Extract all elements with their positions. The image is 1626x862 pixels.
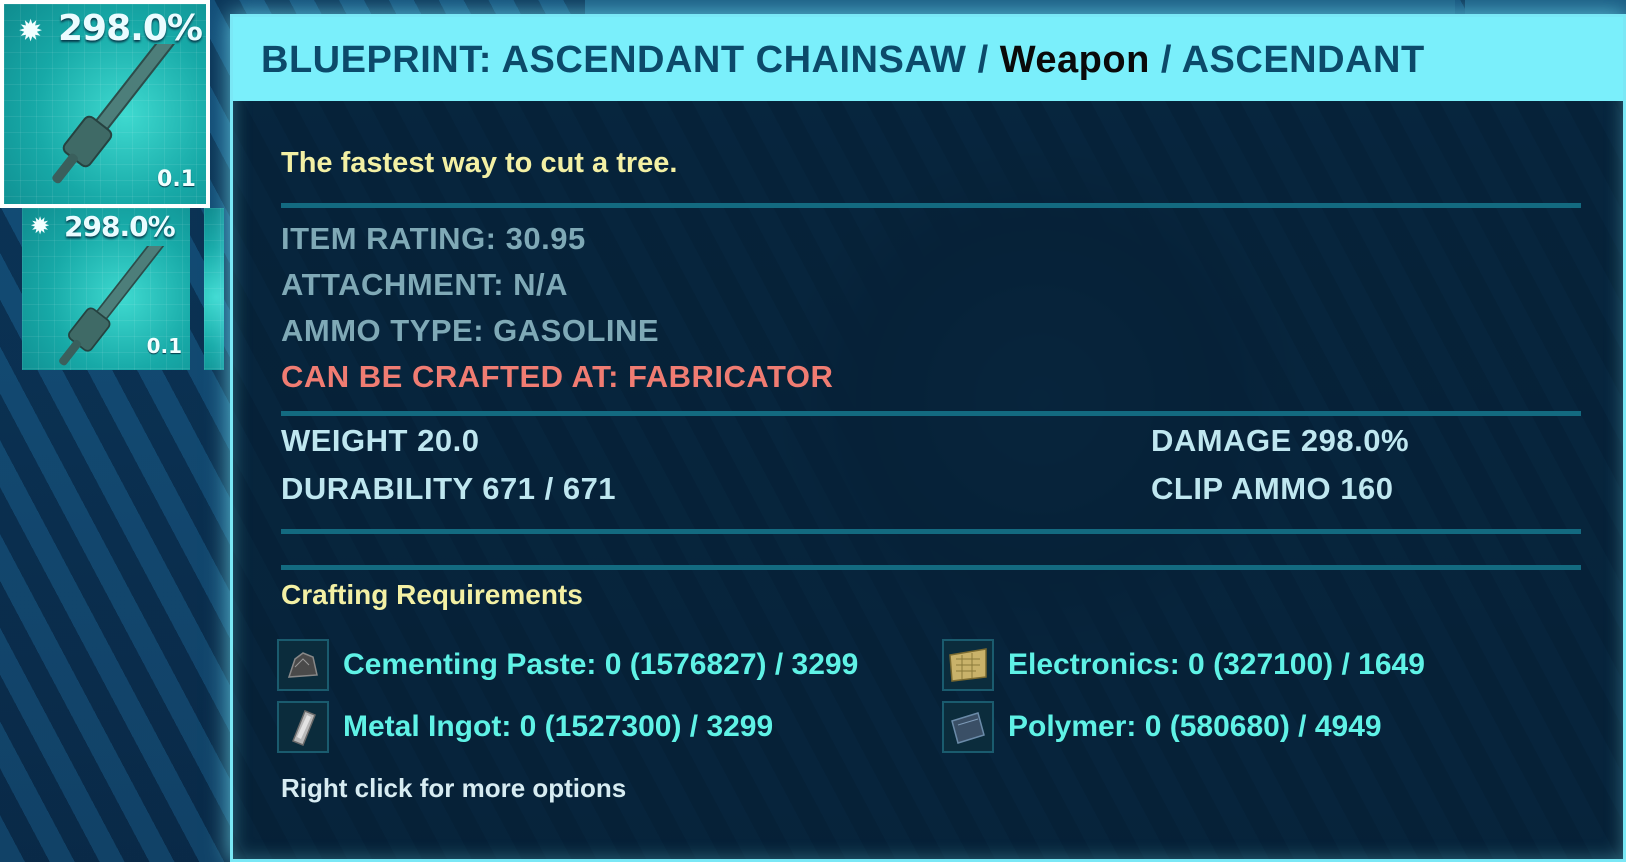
crafted-at: CAN BE CRAFTED AT: FABRICATOR: [281, 359, 834, 394]
context-hint: Right click for more options: [281, 773, 627, 803]
title-separator: /: [966, 39, 1000, 81]
metal-ingot-icon: [277, 701, 329, 753]
item-name: BLUEPRINT: ASCENDANT CHAINSAW: [261, 39, 967, 81]
requirement-item: Metal Ingot: 0 (1527300) / 3299: [277, 699, 773, 755]
requirement-item: Cementing Paste: 0 (1576827) / 3299: [277, 637, 858, 693]
chainsaw-icon: [52, 44, 176, 184]
item-quality: ASCENDANT: [1181, 39, 1425, 81]
slot-damage-label: 298.0%: [64, 210, 176, 243]
requirement-item: Electronics: 0 (327100) / 1649: [942, 637, 1425, 693]
title-separator: /: [1149, 39, 1182, 81]
attachment-info: ATTACHMENT: N/A: [281, 267, 569, 302]
requirement-label: Cementing Paste: 0 (1576827) / 3299: [343, 648, 859, 681]
damage-star-icon: ✹: [30, 212, 51, 240]
cementing-paste-icon: [277, 639, 329, 691]
polymer-icon: [942, 701, 994, 753]
tooltip-header: BLUEPRINT: ASCENDANT CHAINSAW / Weapon /…: [233, 17, 1623, 101]
item-description: The fastest way to cut a tree.: [281, 147, 678, 179]
divider: [281, 203, 1581, 208]
requirement-label: Polymer: 0 (580680) / 4949: [1008, 710, 1382, 743]
requirement-label: Metal Ingot: 0 (1527300) / 3299: [343, 710, 774, 743]
requirement-item: Polymer: 0 (580680) / 4949: [942, 699, 1382, 755]
item-rating: ITEM RATING: 30.95: [281, 221, 586, 256]
divider: [281, 565, 1581, 570]
item-tooltip: BLUEPRINT: ASCENDANT CHAINSAW / Weapon /…: [230, 14, 1626, 862]
inventory-slot-selected[interactable]: ✹ 298.0% 0.1: [0, 0, 210, 208]
item-type: Weapon: [999, 39, 1150, 81]
requirement-label: Electronics: 0 (327100) / 1649: [1008, 648, 1425, 681]
clip-ammo-stat: CLIP AMMO 160: [1151, 471, 1394, 506]
tooltip-body: The fastest way to cut a tree. ITEM RATI…: [233, 101, 1623, 859]
crafting-requirements-title: Crafting Requirements: [281, 579, 583, 610]
inventory-slot-partial[interactable]: [204, 208, 224, 370]
inventory-slot[interactable]: ✹ 298.0% 0.1: [22, 208, 190, 370]
ammo-type: AMMO TYPE: GASOLINE: [281, 313, 660, 348]
divider: [281, 411, 1581, 416]
slot-quantity: 0.1: [157, 167, 196, 192]
divider: [281, 529, 1581, 534]
tooltip-title: BLUEPRINT: ASCENDANT CHAINSAW / Weapon /…: [261, 39, 1425, 82]
weight-stat: WEIGHT 20.0: [281, 423, 480, 458]
durability-stat: DURABILITY 671 / 671: [281, 471, 617, 506]
electronics-icon: [942, 639, 994, 691]
damage-stat: DAMAGE 298.0%: [1151, 423, 1410, 458]
slot-quantity: 0.1: [146, 334, 182, 358]
slot-damage-label: 298.0%: [58, 8, 203, 49]
